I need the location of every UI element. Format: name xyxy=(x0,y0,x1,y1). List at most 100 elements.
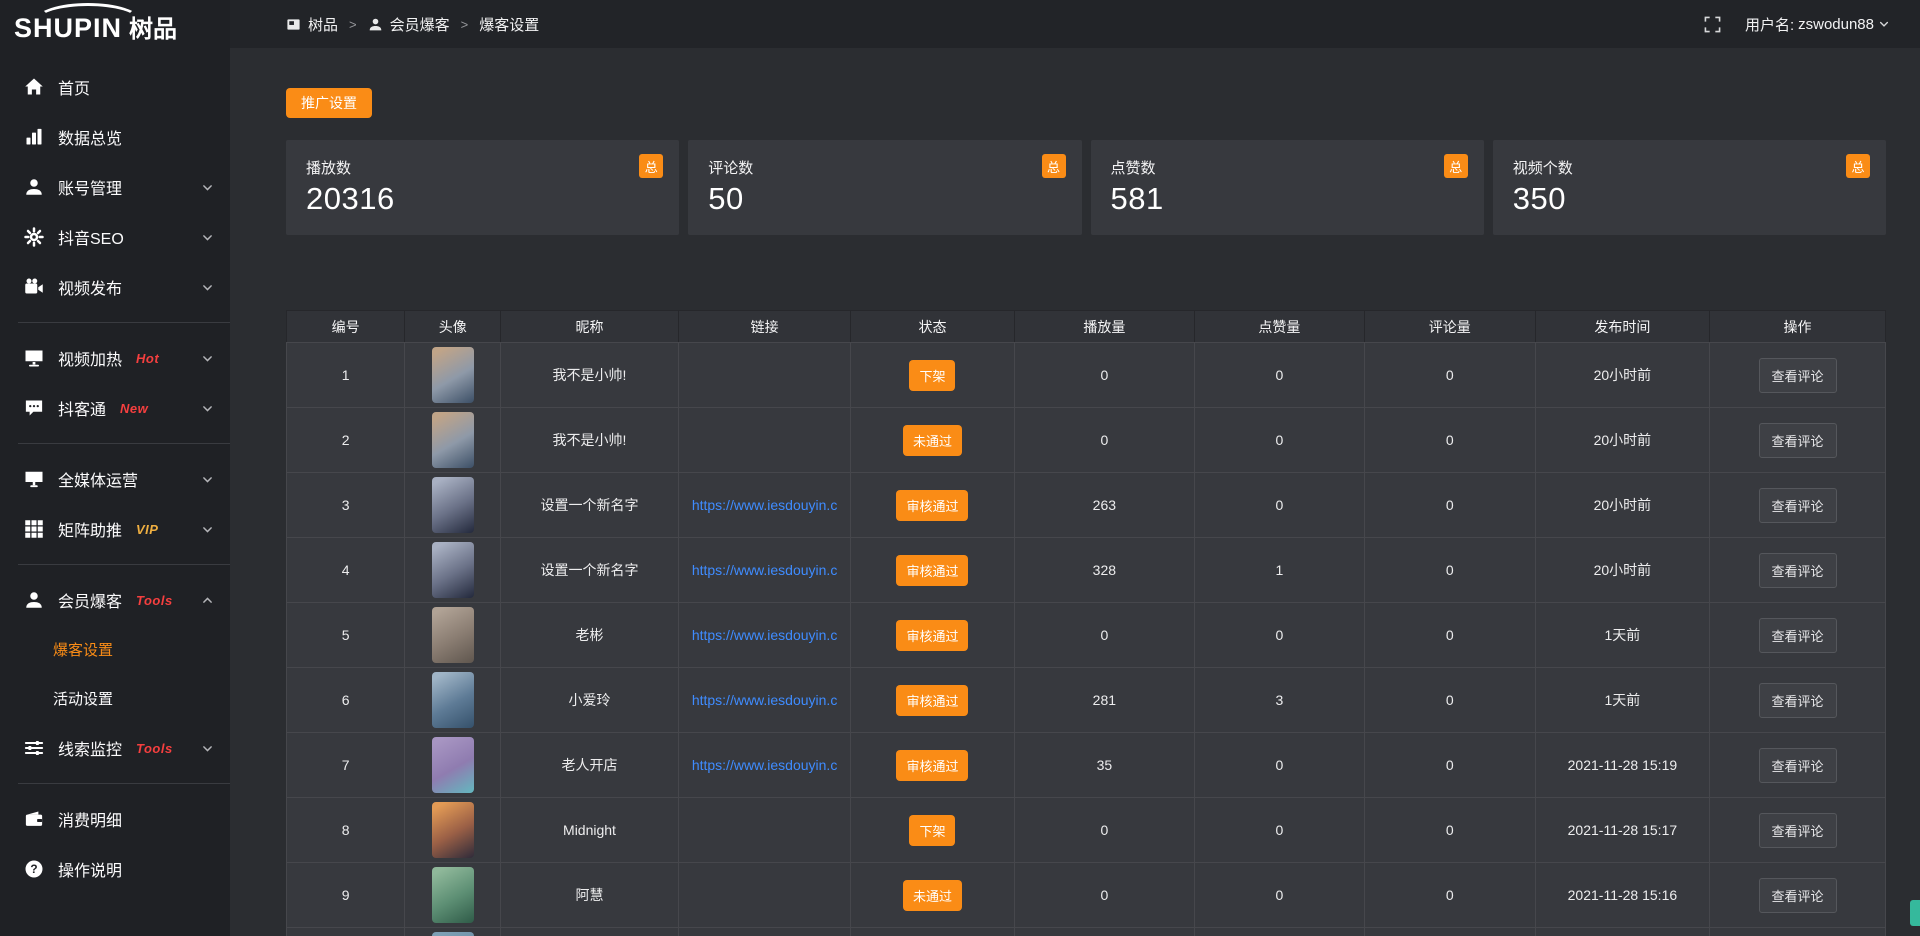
cell-action: 查看评论 xyxy=(1710,668,1886,733)
fullscreen-icon[interactable] xyxy=(1704,16,1721,33)
username-dropdown[interactable]: 用户名: zswodun88 xyxy=(1745,14,1890,35)
sidebar-item-operation-guide[interactable]: ?操作说明 xyxy=(0,844,230,894)
sidebar-item-video-publish[interactable]: 视频发布 xyxy=(0,262,230,312)
floating-widget[interactable] xyxy=(1910,900,1920,926)
breadcrumb-item[interactable]: 爆客设置 xyxy=(479,14,539,35)
status-badge[interactable]: 下架 xyxy=(909,360,955,391)
cell-nickname: 小爱玲 xyxy=(501,668,678,733)
cell-status: 审核通过 xyxy=(851,668,1014,733)
sidebar-item-data-overview[interactable]: 数据总览 xyxy=(0,112,230,162)
view-comments-button[interactable]: 查看评论 xyxy=(1759,683,1837,718)
cell-likes: 0 xyxy=(1195,733,1364,798)
cell-likes: 0 xyxy=(1195,798,1364,863)
breadcrumb: 树品>会员爆客>爆客设置 xyxy=(286,14,539,35)
cell-action: 查看评论 xyxy=(1710,408,1886,473)
avatar xyxy=(432,737,474,793)
main-area: 树品>会员爆客>爆客设置 用户名: zswodun88 推广设置 播放数 203… xyxy=(230,0,1920,936)
sidebar-item-member-baoke[interactable]: 会员爆客Tools xyxy=(0,575,230,625)
video-link[interactable]: https://www.iesdouyin.c xyxy=(679,562,851,578)
cell-status: 审核通过 xyxy=(851,473,1014,538)
cell-plays: 263 xyxy=(1014,473,1195,538)
cell-status: 下架 xyxy=(851,343,1014,408)
cell-id: 9 xyxy=(287,863,405,928)
view-comments-button[interactable]: 查看评论 xyxy=(1759,618,1837,653)
total-badge: 总 xyxy=(1846,154,1870,178)
video-link[interactable]: https://www.iesdouyin.c xyxy=(679,757,851,773)
status-badge[interactable]: 审核通过 xyxy=(896,490,968,521)
sidebar-item-baoke-settings[interactable]: 爆客设置 xyxy=(0,625,230,674)
avatar xyxy=(432,802,474,858)
sidebar-item-clue-monitoring[interactable]: 线索监控Tools xyxy=(0,723,230,773)
stat-label: 点赞数 xyxy=(1111,157,1464,178)
monitor-icon xyxy=(24,469,44,489)
sidebar-item-account-management[interactable]: 账号管理 xyxy=(0,162,230,212)
status-badge[interactable]: 审核通过 xyxy=(896,620,968,651)
cell-likes: 0 xyxy=(1195,863,1364,928)
stat-card: 点赞数 581 总 xyxy=(1091,140,1484,235)
table-row: 7老人开店https://www.iesdouyin.c审核通过35002021… xyxy=(287,733,1886,798)
cell-comments: 0 xyxy=(1364,473,1535,538)
stat-card: 播放数 20316 总 xyxy=(286,140,679,235)
cell-comments: 0 xyxy=(1364,408,1535,473)
user-icon xyxy=(24,177,44,197)
view-comments-button[interactable]: 查看评论 xyxy=(1759,748,1837,783)
sidebar-item-matrix-boost[interactable]: 矩阵助推VIP xyxy=(0,504,230,554)
sidebar-item-home[interactable]: 首页 xyxy=(0,62,230,112)
cell-id: 4 xyxy=(287,538,405,603)
sidebar-item-label: 数据总览 xyxy=(58,125,122,149)
cell-likes: 1 xyxy=(1195,538,1364,603)
view-comments-button[interactable]: 查看评论 xyxy=(1759,878,1837,913)
topbar: 树品>会员爆客>爆客设置 用户名: zswodun88 xyxy=(230,0,1920,48)
cell-time: 1天前 xyxy=(1535,603,1709,668)
cell-id: 8 xyxy=(287,798,405,863)
cell-link: https://www.iesdouyin.c xyxy=(678,538,851,603)
table-row: 4设置一个新名字https://www.iesdouyin.c审核通过32810… xyxy=(287,538,1886,603)
table-row: 2我不是小帅!未通过00020小时前查看评论 xyxy=(287,408,1886,473)
cell-avatar xyxy=(405,408,501,473)
cell-plays: 0 xyxy=(1014,343,1195,408)
user-icon xyxy=(368,17,383,32)
status-badge[interactable]: 审核通过 xyxy=(896,685,968,716)
status-badge[interactable]: 未通过 xyxy=(903,425,962,456)
cell-plays: 35 xyxy=(1014,733,1195,798)
cell-likes: 3 xyxy=(1195,668,1364,733)
status-badge[interactable]: 审核通过 xyxy=(896,555,968,586)
stat-cards: 播放数 20316 总 评论数 50 总 点赞数 581 总 视频个数 350 … xyxy=(286,140,1886,235)
cell-avatar xyxy=(405,863,501,928)
view-comments-button[interactable]: 查看评论 xyxy=(1759,423,1837,458)
view-comments-button[interactable]: 查看评论 xyxy=(1759,553,1837,588)
sidebar-item-douyin-seo[interactable]: 抖音SEO xyxy=(0,212,230,262)
promo-settings-button[interactable]: 推广设置 xyxy=(286,88,372,118)
cell-avatar xyxy=(405,538,501,603)
sidebar-item-douketong[interactable]: 抖客通New xyxy=(0,383,230,433)
breadcrumb-separator: > xyxy=(461,17,469,32)
breadcrumb-item[interactable]: 树品 xyxy=(286,14,338,35)
cell-action: 查看评论 xyxy=(1710,603,1886,668)
video-link[interactable]: https://www.iesdouyin.c xyxy=(679,497,851,513)
cell-id: 2 xyxy=(287,408,405,473)
breadcrumb-item[interactable]: 会员爆客 xyxy=(368,14,450,35)
video-link[interactable]: https://www.iesdouyin.c xyxy=(679,692,851,708)
sidebar-item-all-media-operation[interactable]: 全媒体运营 xyxy=(0,454,230,504)
status-badge[interactable]: 审核通过 xyxy=(896,750,968,781)
view-comments-button[interactable]: 查看评论 xyxy=(1759,488,1837,523)
cell-avatar xyxy=(405,603,501,668)
sidebar-item-consumption-details[interactable]: 消费明细 xyxy=(0,794,230,844)
cell-avatar xyxy=(405,473,501,538)
cell-status: 未通过 xyxy=(851,408,1014,473)
cell-comments xyxy=(1364,928,1535,936)
sidebar-item-activity-settings[interactable]: 活动设置 xyxy=(0,674,230,723)
view-comments-button[interactable]: 查看评论 xyxy=(1759,358,1837,393)
cell-link: https://www.iesdouyin.c xyxy=(678,473,851,538)
avatar xyxy=(432,607,474,663)
view-comments-button[interactable]: 查看评论 xyxy=(1759,813,1837,848)
cell-avatar xyxy=(405,668,501,733)
chevron-down-icon xyxy=(201,473,214,486)
video-link[interactable]: https://www.iesdouyin.c xyxy=(679,627,851,643)
cell-plays xyxy=(1014,928,1195,936)
status-badge[interactable]: 未通过 xyxy=(903,880,962,911)
logo[interactable]: SHUPIN 树品 xyxy=(0,0,230,48)
status-badge[interactable]: 下架 xyxy=(909,815,955,846)
bar-chart-icon xyxy=(24,127,44,147)
sidebar-item-video-heating[interactable]: 视频加热Hot xyxy=(0,333,230,383)
